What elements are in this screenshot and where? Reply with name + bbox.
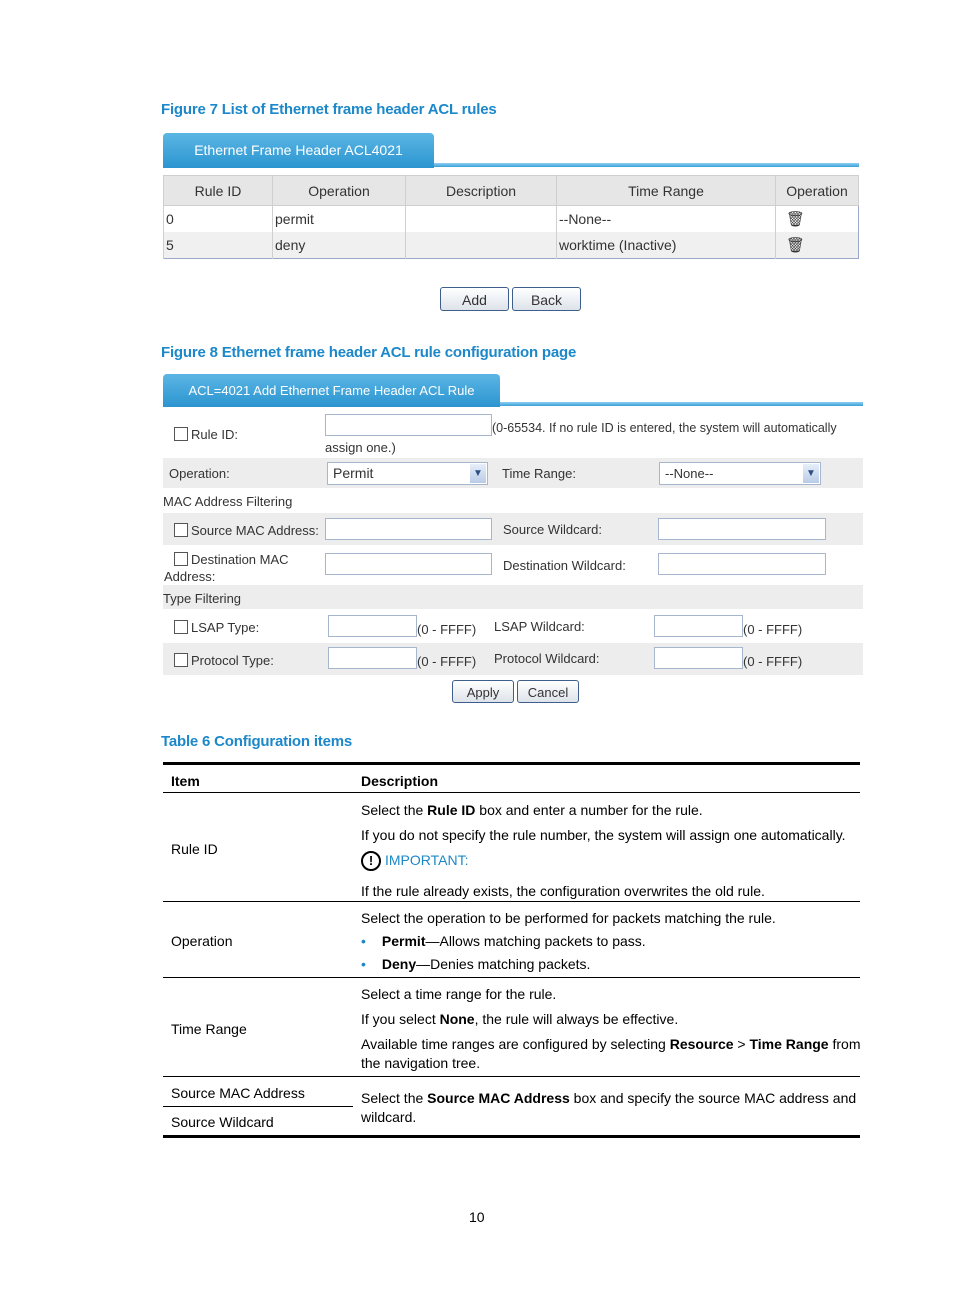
- cancel-button[interactable]: Cancel: [517, 680, 579, 703]
- item-source-wildcard: Source Wildcard: [171, 1114, 274, 1130]
- chevron-down-icon: ▼: [470, 464, 486, 483]
- dst-mac-input[interactable]: [325, 553, 492, 575]
- time-range-label: Time Range:: [502, 466, 576, 481]
- time-range-cell: worktime (Inactive): [556, 232, 776, 259]
- desc-line: Select the Rule ID box and enter a numbe…: [361, 802, 703, 818]
- page-number: 10: [469, 1209, 485, 1225]
- src-mac-input[interactable]: [325, 518, 492, 540]
- important-note: ! IMPORTANT:: [361, 851, 469, 871]
- protocol-input[interactable]: [328, 647, 417, 669]
- item-rule-id: Rule ID: [171, 841, 218, 857]
- rule-id-hint: (0-65534. If no rule ID is entered, the …: [492, 421, 837, 435]
- figure8-caption: Figure 8 Ethernet frame header ACL rule …: [161, 344, 577, 361]
- lsap-label: LSAP Type:: [174, 620, 259, 635]
- divider: [163, 977, 860, 978]
- lsap-wildcard-input[interactable]: [654, 615, 743, 637]
- dst-mac-label: Destination MAC: [174, 552, 289, 567]
- protocol-checkbox[interactable]: [174, 653, 188, 667]
- protocol-range: (0 - FFFF): [417, 654, 477, 669]
- lsap-range: (0 - FFFF): [417, 622, 477, 637]
- desc-line: the navigation tree.: [361, 1055, 481, 1071]
- time-range-select[interactable]: --None-- ▼: [659, 462, 821, 485]
- rule-id-cell: 5: [163, 232, 273, 259]
- trash-icon[interactable]: 🗑: [786, 211, 805, 228]
- rule-id-hint-cont: assign one.): [325, 440, 396, 455]
- dst-wildcard-input[interactable]: [658, 553, 826, 575]
- divider: [163, 792, 860, 793]
- lsap-wildcard-range: (0 - FFFF): [743, 622, 803, 637]
- dst-mac-label-cont: Address:: [164, 569, 216, 584]
- src-mac-checkbox[interactable]: [174, 523, 188, 537]
- table-bottom-rule: [163, 1135, 860, 1138]
- figure7-caption: Figure 7 List of Ethernet frame header A…: [161, 101, 497, 118]
- rule-id-checkbox[interactable]: [174, 427, 188, 441]
- desc-line: Select a time range for the rule.: [361, 986, 557, 1002]
- tab-underline: [434, 163, 859, 167]
- protocol-label: Protocol Type:: [174, 653, 274, 668]
- rule-id-input[interactable]: [325, 414, 492, 436]
- divider: [163, 1106, 353, 1107]
- head-description: Description: [361, 773, 439, 789]
- protocol-wildcard-range: (0 - FFFF): [743, 654, 803, 669]
- back-button[interactable]: Back: [512, 287, 581, 311]
- head-item: Item: [171, 773, 200, 789]
- type-section-row: [163, 585, 863, 609]
- desc-line: If you do not specify the rule number, t…: [361, 827, 846, 843]
- trash-icon[interactable]: 🗑: [786, 237, 805, 254]
- col-rule-id: Rule ID: [163, 175, 273, 206]
- bullet-permit: • Permit—Allows matching packets to pass.: [361, 933, 646, 949]
- table-top-rule: [163, 762, 860, 765]
- acl-list-tab[interactable]: Ethernet Frame Header ACL4021: [163, 133, 434, 168]
- divider: [163, 1076, 860, 1077]
- description-cell: [405, 205, 557, 232]
- acl-rules-table: Rule ID Operation Description Time Range…: [163, 175, 859, 259]
- important-icon: !: [361, 851, 381, 871]
- desc-line: Select the operation to be performed for…: [361, 910, 776, 926]
- src-mac-label: Source MAC Address:: [174, 523, 319, 538]
- lsap-input[interactable]: [328, 615, 417, 637]
- item-source-mac: Source MAC Address: [171, 1085, 305, 1101]
- add-button[interactable]: Add: [440, 287, 509, 311]
- tab-underline: [500, 402, 863, 406]
- col-description: Description: [405, 175, 557, 206]
- dst-mac-checkbox[interactable]: [174, 552, 188, 566]
- document-page: Figure 7 List of Ethernet frame header A…: [0, 0, 954, 1296]
- add-rule-tab[interactable]: ACL=4021 Add Ethernet Frame Header ACL R…: [163, 374, 500, 407]
- item-operation: Operation: [171, 933, 233, 949]
- operation-select[interactable]: Permit ▼: [327, 462, 488, 485]
- apply-button[interactable]: Apply: [452, 680, 514, 703]
- bullet-deny: • Deny—Denies matching packets.: [361, 956, 591, 972]
- item-time-range: Time Range: [171, 1021, 247, 1037]
- desc-line: If the rule already exists, the configur…: [361, 883, 765, 899]
- table-row: 0 permit --None-- 🗑: [163, 205, 859, 232]
- col-time-range: Time Range: [556, 175, 776, 206]
- protocol-wildcard-input[interactable]: [654, 647, 743, 669]
- type-section-heading: Type Filtering: [163, 591, 242, 606]
- desc-line: wildcard.: [361, 1109, 417, 1125]
- divider: [163, 901, 860, 902]
- desc-line: Select the Source MAC Address box and sp…: [361, 1090, 857, 1106]
- operation-cell: permit: [272, 205, 406, 232]
- lsap-checkbox[interactable]: [174, 620, 188, 634]
- dst-wildcard-label: Destination Wildcard:: [503, 558, 626, 573]
- src-wildcard-label: Source Wildcard:: [503, 522, 602, 537]
- rule-id-cell: 0: [163, 205, 273, 232]
- col-action: Operation: [775, 175, 859, 206]
- operation-cell: deny: [272, 232, 406, 259]
- protocol-wildcard-label: Protocol Wildcard:: [494, 651, 600, 666]
- rule-id-label: Rule ID:: [174, 427, 238, 442]
- time-range-cell: --None--: [556, 205, 776, 232]
- table6-caption: Table 6 Configuration items: [161, 733, 353, 750]
- desc-line: If you select None, the rule will always…: [361, 1011, 679, 1027]
- lsap-wildcard-label: LSAP Wildcard:: [494, 619, 585, 634]
- operation-label: Operation:: [169, 466, 230, 481]
- description-cell: [405, 232, 557, 259]
- src-wildcard-input[interactable]: [658, 518, 826, 540]
- table-row: 5 deny worktime (Inactive) 🗑: [163, 232, 859, 259]
- desc-line: Available time ranges are configured by …: [361, 1036, 861, 1052]
- chevron-down-icon: ▼: [803, 464, 819, 483]
- col-operation: Operation: [272, 175, 406, 206]
- mac-section-heading: MAC Address Filtering: [163, 494, 293, 509]
